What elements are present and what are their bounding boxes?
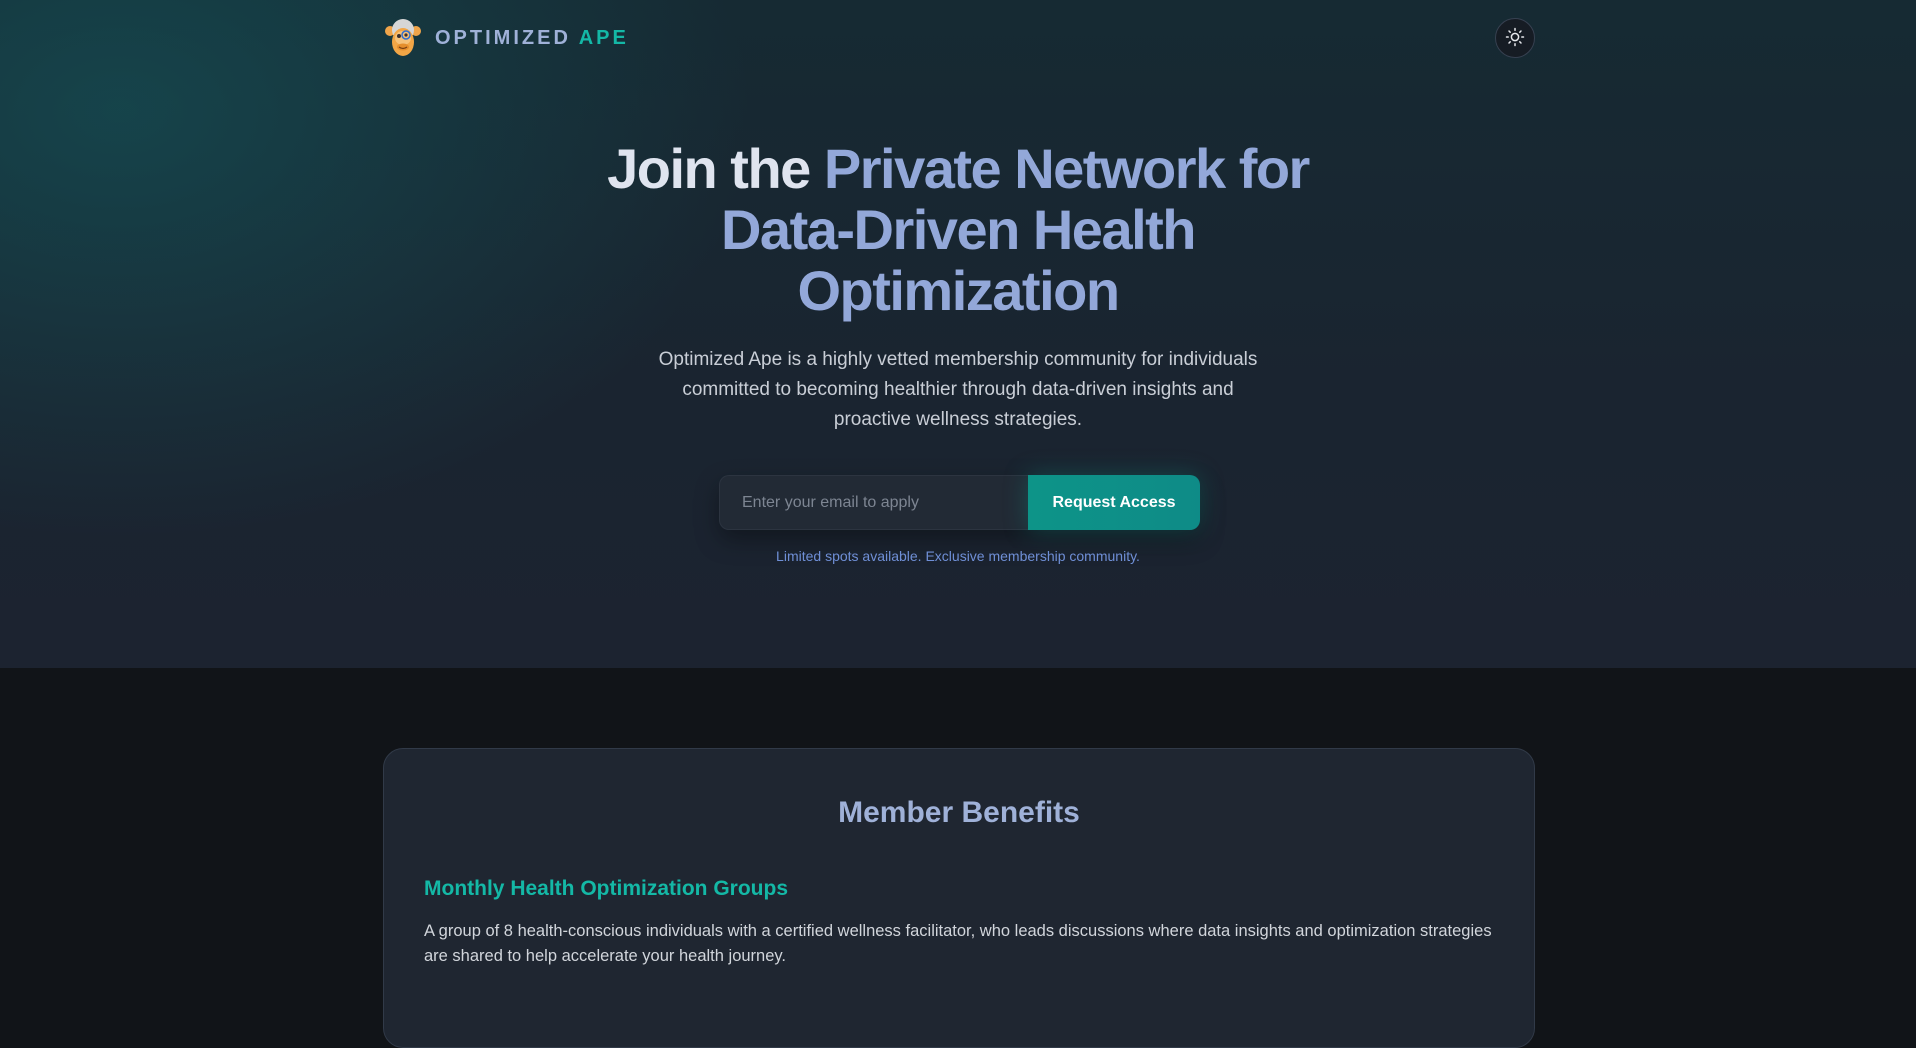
request-access-button[interactable]: Request Access: [1028, 475, 1200, 530]
site-header: OPTIMIZED APE: [383, 18, 1535, 58]
brand-logo[interactable]: OPTIMIZED APE: [383, 18, 629, 58]
benefit-item-title: Monthly Health Optimization Groups: [424, 877, 788, 900]
benefits-title: Member Benefits: [838, 796, 1080, 829]
signup-form: Request Access: [719, 475, 1200, 530]
email-input[interactable]: [719, 475, 1028, 530]
brand-name-main: OPTIMIZED: [435, 26, 579, 49]
hero-subtitle: Optimized Ape is a highly vetted members…: [658, 349, 1258, 430]
page-title: Join the Private Network for Data-Driven…: [558, 138, 1358, 321]
headline-text: Join the: [607, 137, 824, 200]
benefit-item-description: A group of 8 health-conscious individual…: [424, 922, 1492, 965]
brand-name: OPTIMIZED APE: [435, 27, 629, 50]
availability-note: Limited spots available. Exclusive membe…: [776, 548, 1140, 564]
sun-icon: [1505, 27, 1525, 50]
ape-face-icon: [383, 18, 423, 58]
theme-toggle-button[interactable]: [1495, 18, 1535, 58]
hero-section: OPTIMIZED APE Join the Private Network f…: [0, 0, 1916, 668]
brand-name-accent: APE: [578, 26, 629, 49]
member-benefits-card: Member Benefits Monthly Health Optimizat…: [383, 748, 1535, 1048]
